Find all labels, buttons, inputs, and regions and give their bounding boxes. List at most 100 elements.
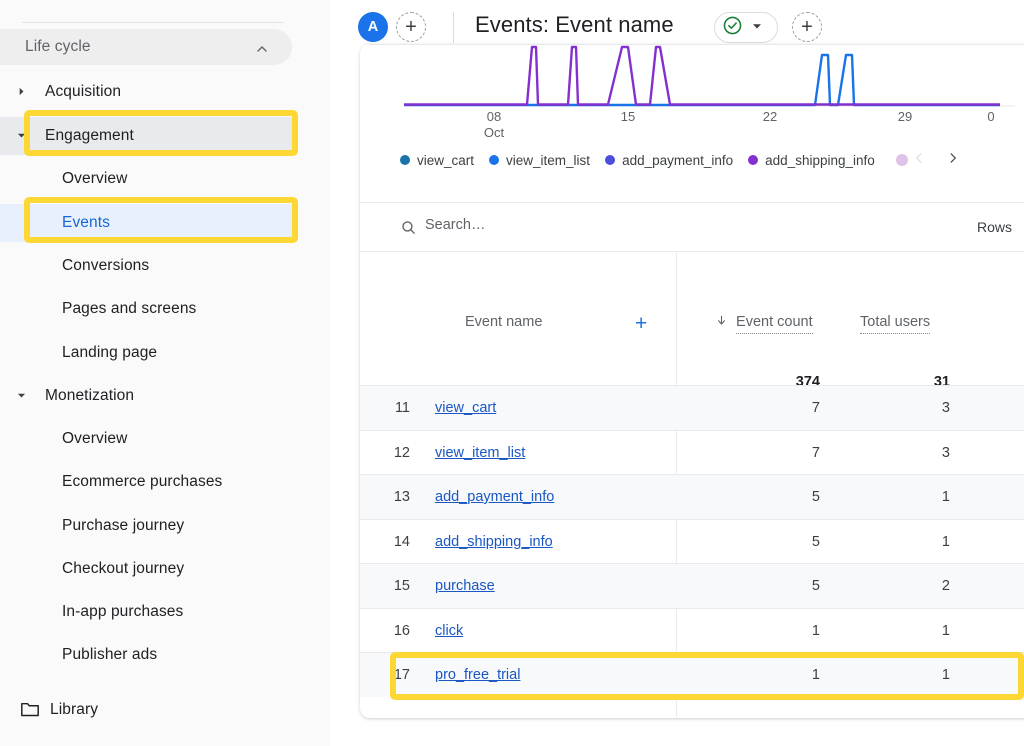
event-count-value: 1 (740, 609, 820, 654)
add-filter-button[interactable]: + (792, 12, 822, 42)
rows-per-page-label[interactable]: Rows (977, 219, 1012, 235)
sidebar-item-label: Purchase journey (62, 517, 184, 535)
sidebar-item-publisher-ads[interactable]: Publisher ads (0, 636, 292, 674)
sidebar-item-events[interactable]: Events (0, 204, 292, 242)
plus-icon: + (405, 17, 417, 37)
sidebar-item-label: Overview (62, 430, 127, 448)
sidebar-section-label: Life cycle (25, 38, 91, 56)
sidebar-item-label: Ecommerce purchases (62, 473, 222, 491)
sidebar-item-pages-and-screens[interactable]: Pages and screens (0, 290, 292, 328)
report-status-badge[interactable] (714, 12, 778, 43)
legend-color-dot (400, 155, 410, 165)
row-index: 12 (382, 431, 410, 476)
column-header-event-name[interactable]: Event name (465, 314, 542, 330)
legend-color-dot (489, 155, 499, 165)
legend-item[interactable]: add_payment_info (605, 153, 733, 168)
sidebar-item-acquisition[interactable]: Acquisition (0, 73, 292, 111)
event-count-value: 1 (740, 653, 820, 698)
sidebar-item-label: Library (50, 701, 98, 719)
column-header-event-count[interactable]: Event count (715, 314, 813, 330)
event-name-link[interactable]: purchase (435, 564, 495, 609)
sidebar-item-label: Monetization (45, 387, 134, 405)
sidebar: Life cycle Acquisition Engagement Overview… (0, 0, 330, 746)
table-row[interactable]: 17 pro_free_trial 1 1 (360, 652, 1024, 697)
chevron-right-icon[interactable] (936, 151, 970, 170)
sidebar-item-label: Events (62, 214, 110, 232)
sidebar-item-conversions[interactable]: Conversions (0, 247, 292, 285)
chevron-left-icon[interactable] (902, 151, 936, 170)
total-users-value: 1 (870, 475, 950, 520)
sidebar-item-in-app-purchases[interactable]: In-app purchases (0, 593, 292, 631)
caret-down-icon[interactable] (751, 19, 763, 37)
row-index: 11 (382, 386, 410, 431)
row-index: 17 (382, 653, 410, 698)
row-index: 13 (382, 475, 410, 520)
column-header-event-count-label: Event count (736, 314, 813, 334)
legend-color-dot (748, 155, 758, 165)
chart-x-tick: 08Oct (469, 109, 519, 140)
event-count-value: 7 (740, 386, 820, 431)
total-users-value: 3 (870, 386, 950, 431)
sidebar-item-label: Checkout journey (62, 560, 184, 578)
caret-down-icon[interactable] (14, 127, 28, 145)
row-index: 15 (382, 564, 410, 609)
sidebar-item-label: Publisher ads (62, 646, 157, 664)
page-title: Events: Event name (475, 12, 674, 38)
table-row[interactable]: 16click11 (360, 608, 1024, 653)
event-name-link[interactable]: view_cart (435, 386, 496, 431)
sidebar-item-ecommerce-purchases[interactable]: Ecommerce purchases (0, 463, 292, 501)
table-row[interactable]: 14add_shipping_info51 (360, 519, 1024, 564)
legend-color-dot (605, 155, 615, 165)
chart-x-tick: 22 (745, 109, 795, 124)
add-comparison-button[interactable]: + (396, 12, 426, 42)
legend-label: add_payment_info (622, 153, 733, 168)
sidebar-item-monetization[interactable]: Monetization (0, 377, 292, 415)
folder-icon (20, 700, 40, 723)
chart-x-tick: 0 (966, 109, 1016, 124)
event-name-link[interactable]: view_item_list (435, 431, 525, 476)
column-header-total-users[interactable]: Total users (860, 314, 930, 330)
legend-label: view_item_list (506, 153, 590, 168)
event-name-link[interactable]: pro_free_trial (435, 653, 520, 698)
chart-svg (360, 45, 1024, 145)
legend-label: view_cart (417, 153, 474, 168)
event-count-value: 5 (740, 520, 820, 565)
plus-icon: + (801, 17, 813, 37)
sidebar-item-library[interactable]: Library (0, 691, 292, 729)
event-count-value: 5 (740, 475, 820, 520)
avatar[interactable]: A (358, 12, 388, 42)
sidebar-item-purchase-journey[interactable]: Purchase journey (0, 507, 292, 545)
caret-right-icon[interactable] (14, 83, 28, 101)
legend-item[interactable]: view_item_list (489, 153, 590, 168)
event-name-link[interactable]: click (435, 609, 463, 654)
sidebar-item-engagement[interactable]: Engagement (0, 117, 292, 155)
sidebar-item-overview[interactable]: Overview (0, 160, 292, 198)
analytics-page: Life cycle Acquisition Engagement Overview… (0, 0, 1024, 746)
total-users-value: 1 (870, 653, 950, 698)
sidebar-item-overview[interactable]: Overview (0, 420, 292, 458)
table-row[interactable]: 12view_item_list73 (360, 430, 1024, 475)
table-row[interactable]: 13 add_payment_info 5 1 (360, 474, 1024, 519)
search-input[interactable] (425, 217, 805, 233)
event-name-link[interactable]: add_payment_info (435, 475, 554, 520)
legend-item[interactable]: add_shipping_info (748, 153, 875, 168)
sidebar-divider (22, 22, 284, 23)
sidebar-section-life-cycle[interactable]: Life cycle (0, 29, 292, 65)
search-icon (400, 219, 417, 241)
row-index: 14 (382, 520, 410, 565)
legend-item[interactable]: view_cart (400, 153, 474, 168)
arrow-down-icon (715, 314, 732, 330)
total-users-value: 2 (870, 564, 950, 609)
plus-icon[interactable]: + (635, 313, 647, 334)
event-name-link[interactable]: add_shipping_info (435, 520, 553, 565)
chart-x-tick: 29 (880, 109, 930, 124)
sidebar-item-landing-page[interactable]: Landing page (0, 334, 292, 372)
sidebar-item-checkout-journey[interactable]: Checkout journey (0, 550, 292, 588)
caret-down-icon[interactable] (14, 387, 28, 405)
report-card: 08Oct1522290 view_cartview_item_listadd_… (360, 44, 1024, 718)
table-row[interactable]: 15purchase52 (360, 563, 1024, 608)
sidebar-item-label: Overview (62, 170, 127, 188)
sidebar-item-label: Landing page (62, 344, 157, 362)
table-row[interactable]: 11 view_cart 7 3 (360, 385, 1024, 430)
total-users-value: 3 (870, 431, 950, 476)
